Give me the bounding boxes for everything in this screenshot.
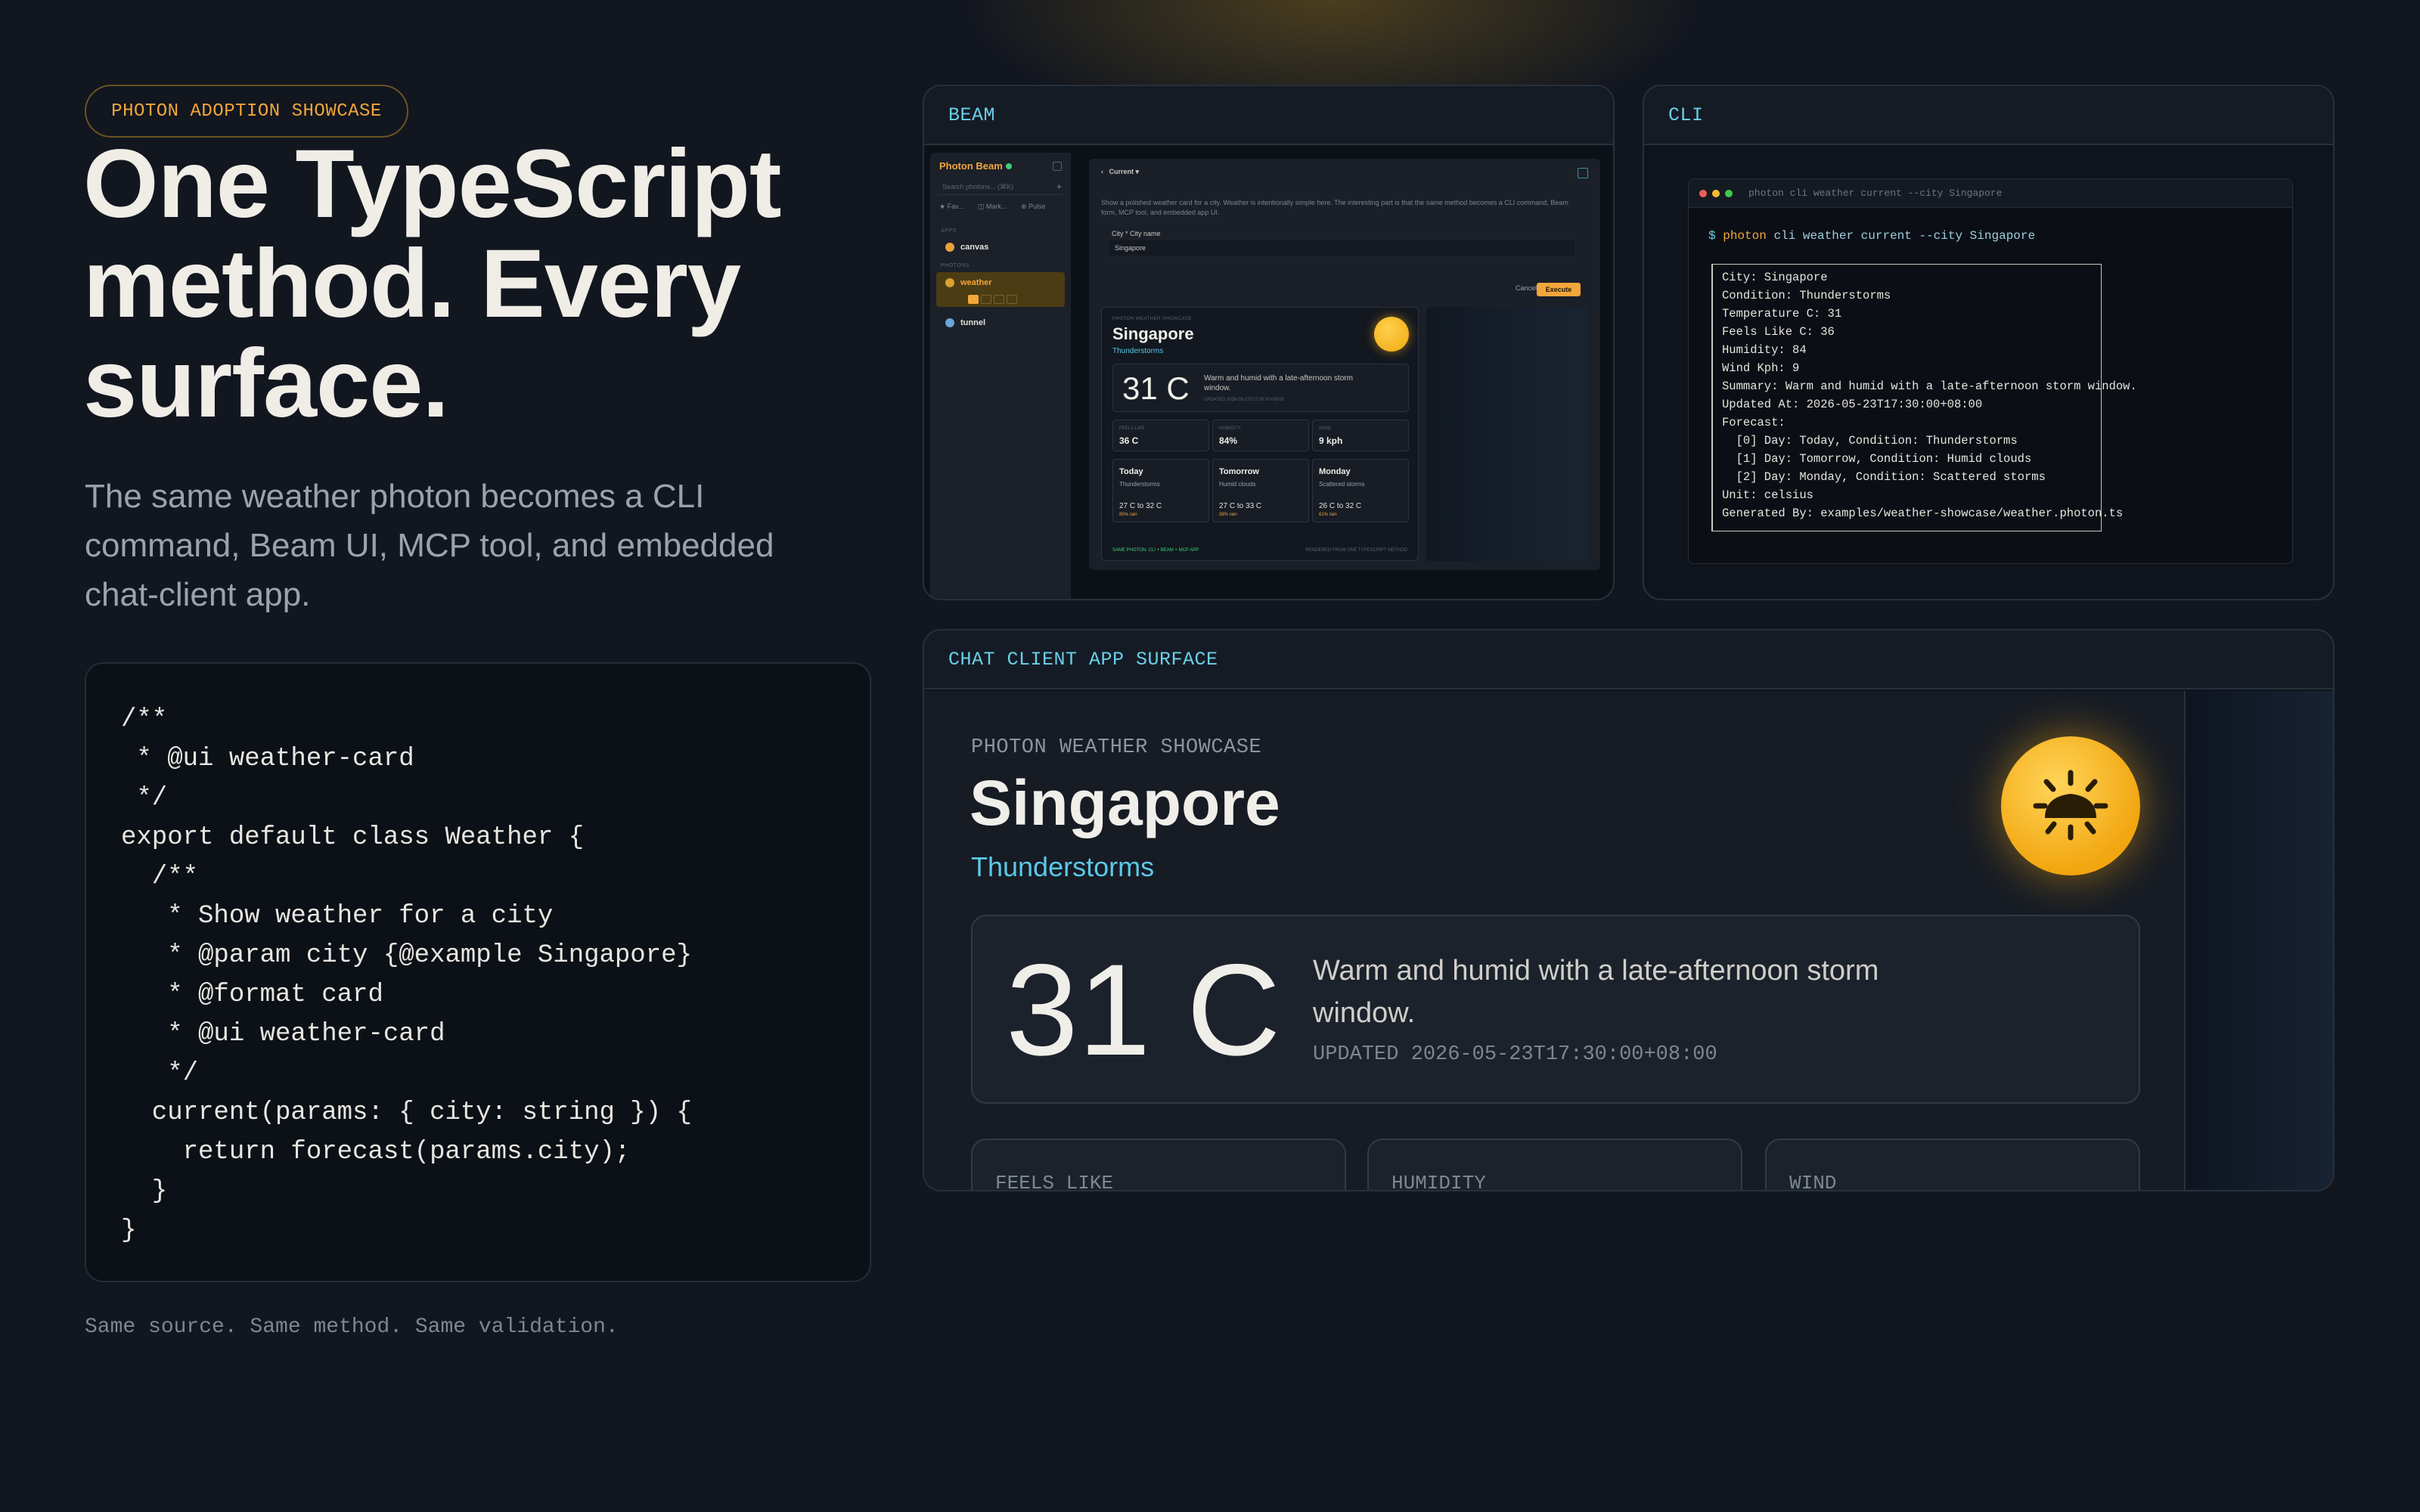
stat-wind: WIND 9 kph — [1312, 420, 1409, 451]
beam-brand: Photon Beam — [939, 160, 1012, 172]
execute-button[interactable]: Execute — [1537, 283, 1581, 296]
code-snippet: /** * @ui weather-card */ export default… — [121, 705, 692, 1245]
sun-icon — [1374, 317, 1409, 352]
page-subtitle: The same weather photon becomes a CLI co… — [85, 478, 774, 613]
card-footer-left: SAME PHOTON: CLI + BEAM + MCP APP — [1112, 548, 1199, 553]
chat-stat-feels-like: FEELS LIKE — [971, 1139, 1346, 1190]
close-dot-icon[interactable] — [1699, 189, 1707, 197]
city-field-label: City * City name — [1112, 230, 1161, 237]
chat-card-condition: Thunderstorms — [971, 851, 1155, 882]
chat-stat-humidity: HUMIDITY — [1367, 1139, 1742, 1190]
terminal-title: photon cli weather current --city Singap… — [1748, 187, 2003, 199]
photon-search-input[interactable]: Search photons... (⌘K) — [938, 180, 1063, 195]
beam-weather-card: PHOTON WEATHER SHOWCASE Singapore Thunde… — [1101, 307, 1419, 561]
card-city: Singapore — [1112, 324, 1194, 343]
status-dot-icon — [1005, 163, 1012, 169]
card-eyebrow: PHOTON WEATHER SHOWCASE — [1112, 317, 1192, 321]
chat-stat-wind: WIND — [1765, 1139, 2140, 1190]
sidebar-item-tunnel[interactable]: tunnel — [936, 313, 1065, 333]
card-condition: Thunderstorms — [1112, 347, 1164, 355]
stat-humidity: HUMIDITY 84% — [1212, 420, 1309, 451]
code-snippet-card: /** * @ui weather-card */ export default… — [85, 662, 871, 1282]
photons-section-label: PHOTONS — [941, 263, 970, 268]
chat-card-city: Singapore — [970, 767, 1280, 838]
chat-side-panel — [2187, 691, 2333, 1190]
beam-screenshot: Photon Beam Search photons... (⌘K) + ★ F… — [924, 147, 1613, 599]
forecast-day: Monday Scattered storms 26 C to 32 C 61% ra… — [1312, 459, 1409, 522]
minimize-dot-icon[interactable] — [1712, 189, 1720, 197]
canvas-icon — [945, 243, 954, 252]
chat-summary: Warm and humid with a late-afternoon sto… — [1313, 955, 1879, 1029]
favorites-link[interactable]: ★ Fav... — [939, 203, 963, 210]
card-updated: UPDATED 2026-05-23T17:30:00+08:00 — [1204, 398, 1285, 402]
terminal-output: City: Singapore Condition: Thunderstorms… — [1722, 271, 2137, 520]
weather-method-tabs[interactable] — [968, 295, 1017, 304]
beam-sidebar: Photon Beam Search photons... (⌘K) + ★ F… — [930, 153, 1071, 599]
beam-side-panel — [1426, 307, 1588, 561]
method-selector[interactable]: ‹ Current ▾ — [1101, 168, 1139, 176]
chat-panel-title: CHAT CLIENT APP SURFACE — [924, 631, 2333, 689]
chat-temperature: 31 C — [1006, 937, 1281, 1083]
method-actions — [1578, 168, 1588, 178]
card-summary: Warm and humid with a late-afternoon sto… — [1204, 374, 1353, 392]
city-select[interactable]: Singapore — [1109, 240, 1575, 256]
chat-weather-card: PHOTON WEATHER SHOWCASE Singapore Thunde… — [924, 691, 2186, 1190]
beam-panel-title: BEAM — [924, 86, 1613, 145]
chat-temperature-box: 31 C Warm and humid with a late-afternoo… — [971, 915, 2140, 1104]
chat-client-panel: CHAT CLIENT APP SURFACE PHOTON WEATHER S… — [923, 629, 2335, 1191]
cli-panel-title: CLI — [1644, 86, 2333, 145]
pulse-link[interactable]: ⊕ Pulse — [1021, 203, 1046, 210]
sun-icon — [2001, 736, 2140, 875]
sidebar-quick-links: ★ Fav... ◫ Mark... ⊕ Pulse — [939, 203, 1058, 211]
forecast-day: Today Thunderstorms 27 C to 32 C 85% rain — [1112, 459, 1209, 522]
card-temperature-box: 31 C Warm and humid with a late-afternoo… — [1112, 364, 1409, 412]
card-footer-right: RENDERED FROM ONE TYPESCRIPT METHOD — [1305, 548, 1407, 553]
forecast-day: Tomorrow Humid clouds 27 C to 33 C 38% rain — [1212, 459, 1309, 522]
beam-method-view: ‹ Current ▾ Show a polished weather card… — [1089, 159, 1600, 570]
sidebar-toggle-icon[interactable] — [1053, 162, 1062, 171]
maximize-dot-icon[interactable] — [1725, 189, 1733, 197]
cli-panel: CLI photon cli weather current --city Si… — [1643, 85, 2335, 600]
stat-feels-like: FEELS LIKE 36 C — [1112, 420, 1209, 451]
globe-icon — [945, 318, 954, 327]
beam-panel: BEAM Photon Beam Search photons... (⌘K) … — [923, 85, 1615, 600]
weather-icon — [945, 278, 954, 287]
add-photon-icon[interactable]: + — [1056, 181, 1062, 192]
chat-card-eyebrow: PHOTON WEATHER SHOWCASE — [971, 736, 1262, 759]
chat-updated: UPDATED 2026-05-23T17:30:00+08:00 — [1313, 1043, 1717, 1066]
apps-section-label: APPS — [941, 228, 957, 234]
view-toggle-icon[interactable] — [1578, 168, 1588, 178]
terminal-titlebar: photon cli weather current --city Singap… — [1689, 179, 2292, 208]
card-temperature: 31 C — [1122, 370, 1190, 406]
method-description: Show a polished weather card for a city.… — [1101, 199, 1568, 216]
sidebar-item-canvas[interactable]: canvas — [936, 237, 1065, 257]
cancel-button[interactable]: Cancel — [1516, 284, 1537, 292]
terminal-window: photon cli weather current --city Singap… — [1688, 178, 2293, 564]
page-headline: One TypeScript method. Every surface. — [83, 130, 782, 438]
marketplace-link[interactable]: ◫ Mark... — [978, 203, 1007, 210]
terminal-command: $ photon cli weather current --city Sing… — [1708, 229, 2036, 243]
tagline: Same source. Same method. Same validatio… — [85, 1315, 619, 1339]
sidebar-item-weather[interactable]: weather — [936, 272, 1065, 307]
